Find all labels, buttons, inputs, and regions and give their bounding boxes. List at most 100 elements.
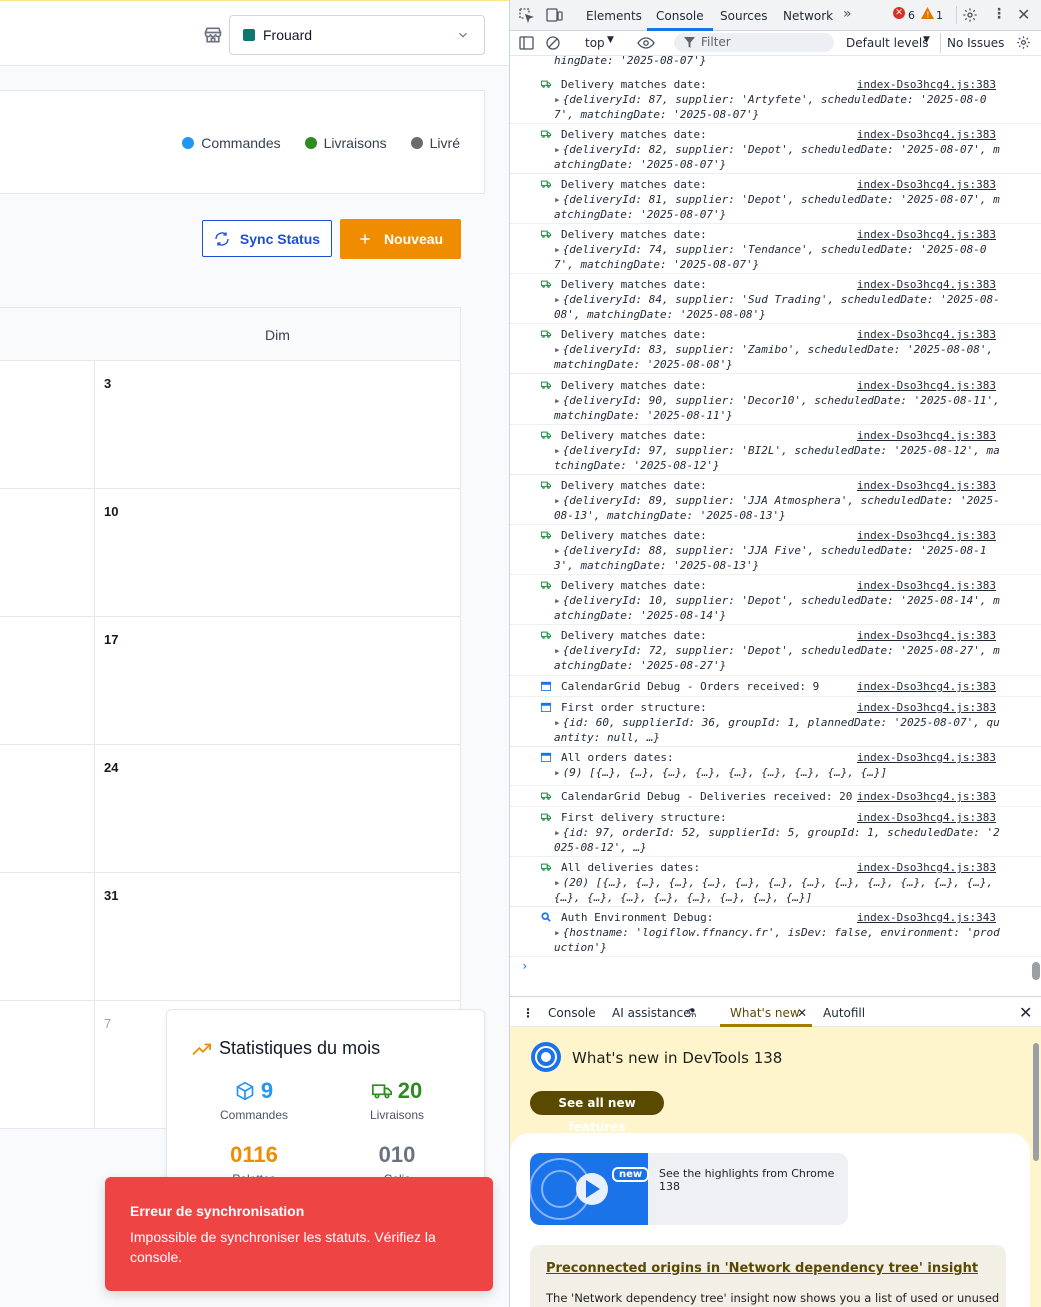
log-object-preview[interactable]: ▸ {deliveryId: 97, supplier: 'BI2L', sche… [554, 444, 1002, 473]
expand-triangle-icon[interactable]: ▸ [554, 826, 561, 839]
expand-triangle-icon[interactable]: ▸ [554, 293, 561, 306]
calendar-week-row[interactable]: 10 [0, 489, 461, 617]
log-object-preview[interactable]: ▸ {deliveryId: 87, supplier: 'Artyfete', … [554, 93, 1002, 122]
console-log-entry[interactable]: Delivery matches date: index-Dso3hcg4.js:… [510, 274, 1041, 324]
console-log-entry[interactable]: First order structure: index-Dso3hcg4.js:… [510, 697, 1041, 747]
console-log-entry[interactable]: Delivery matches date: index-Dso3hcg4.js:… [510, 625, 1041, 676]
video-thumbnail[interactable]: new [530, 1153, 650, 1225]
log-source-link[interactable]: index-Dso3hcg4.js:383 [857, 680, 996, 693]
tab-elements[interactable]: Elements [586, 9, 642, 23]
expand-triangle-icon[interactable]: ▸ [554, 444, 561, 457]
console-log-entry[interactable]: CalendarGrid Debug - Deliveries received… [510, 786, 1041, 807]
warning-count[interactable]: 1 [936, 9, 943, 22]
store-icon[interactable] [203, 25, 223, 45]
drawer-menu-icon[interactable]: ⋮ [522, 1006, 534, 1020]
close-drawer-icon[interactable]: ✕ [1019, 1003, 1032, 1022]
expand-triangle-icon[interactable]: ▸ [554, 193, 561, 206]
console-scrollbar[interactable] [1032, 962, 1040, 980]
highlights-card[interactable]: new See the highlights from Chrome 138 [530, 1153, 848, 1225]
calendar-week-row[interactable]: 3 [0, 361, 461, 489]
log-source-link[interactable]: index-Dso3hcg4.js:383 [857, 811, 996, 824]
log-source-link[interactable]: index-Dso3hcg4.js:383 [857, 861, 996, 874]
expand-triangle-icon[interactable]: ▸ [554, 644, 561, 657]
store-select[interactable]: Frouard [229, 15, 485, 55]
log-source-link[interactable]: index-Dso3hcg4.js:383 [857, 178, 996, 191]
log-object-preview[interactable]: ▸ (20) [{…}, {…}, {…}, {…}, {…}, {…}, {…}… [554, 876, 1002, 905]
log-source-link[interactable]: index-Dso3hcg4.js:343 [857, 911, 996, 924]
expand-triangle-icon[interactable]: ▸ [554, 143, 561, 156]
console-log-entry[interactable]: Delivery matches date: index-Dso3hcg4.js:… [510, 324, 1041, 374]
log-object-preview[interactable]: ▸ {deliveryId: 81, supplier: 'Depot', sch… [554, 193, 1002, 222]
calendar-week-row[interactable]: 17 [0, 617, 461, 745]
console-log-entry[interactable]: Delivery matches date: index-Dso3hcg4.js:… [510, 224, 1041, 274]
kebab-menu-icon[interactable]: ⋮ [992, 6, 1006, 22]
expand-triangle-icon[interactable]: ▸ [554, 716, 561, 729]
log-source-link[interactable]: index-Dso3hcg4.js:383 [857, 629, 996, 642]
expand-triangle-icon[interactable]: ▸ [554, 343, 561, 356]
log-object-preview[interactable]: ▸ {deliveryId: 74, supplier: 'Tendance', … [554, 243, 1002, 272]
console-filter-input[interactable]: Filter [674, 33, 834, 52]
new-button[interactable]: Nouveau [340, 219, 461, 259]
eye-icon[interactable] [637, 36, 655, 50]
console-log-entry[interactable]: Delivery matches date: index-Dso3hcg4.js:… [510, 525, 1041, 575]
log-object-preview[interactable]: ▸ {deliveryId: 89, supplier: 'JJA Atmosph… [554, 494, 1002, 523]
log-levels-dropdown[interactable]: Default levels [846, 36, 928, 50]
close-icon[interactable]: ✕ [1017, 5, 1030, 24]
close-tab-icon[interactable]: ✕ [797, 1006, 807, 1020]
expand-triangle-icon[interactable]: ▸ [554, 93, 561, 106]
log-object-preview[interactable]: ▸ {deliveryId: 88, supplier: 'JJA Five', … [554, 544, 1002, 573]
log-object-preview[interactable]: ▸ {deliveryId: 82, supplier: 'Depot', sch… [554, 143, 1002, 172]
log-source-link[interactable]: index-Dso3hcg4.js:383 [857, 278, 996, 291]
log-object-preview[interactable]: ▸ {deliveryId: 83, supplier: 'Zamibo', sc… [554, 343, 1002, 372]
log-source-link[interactable]: index-Dso3hcg4.js:383 [857, 379, 996, 392]
log-object-preview[interactable]: ▸ {id: 60, supplierId: 36, groupId: 1, pl… [554, 716, 1002, 745]
tab-console[interactable]: Console [656, 9, 704, 23]
calendar-week-row[interactable]: 31 [0, 873, 461, 1001]
console-prompt[interactable]: › [521, 959, 528, 973]
inspect-element-icon[interactable] [518, 7, 534, 23]
more-tabs-icon[interactable]: » [843, 6, 852, 22]
log-object-preview[interactable]: ▸ {hostname: 'logiflow.ffnancy.fr', isDev… [554, 926, 1002, 955]
log-source-link[interactable]: index-Dso3hcg4.js:383 [857, 328, 996, 341]
gear-icon[interactable] [1016, 35, 1031, 50]
expand-triangle-icon[interactable]: ▸ [554, 594, 561, 607]
expand-triangle-icon[interactable]: ▸ [554, 243, 561, 256]
sync-status-button[interactable]: Sync Status [202, 220, 332, 257]
context-selector[interactable]: top [585, 36, 605, 50]
console-log-entry[interactable]: Delivery matches date: index-Dso3hcg4.js:… [510, 375, 1041, 425]
log-source-link[interactable]: index-Dso3hcg4.js:383 [857, 479, 996, 492]
log-source-link[interactable]: index-Dso3hcg4.js:383 [857, 701, 996, 714]
see-all-features-button[interactable]: See all new features [530, 1091, 664, 1134]
log-source-link[interactable]: index-Dso3hcg4.js:383 [857, 78, 996, 91]
log-source-link[interactable]: index-Dso3hcg4.js:383 [857, 751, 996, 764]
error-toast[interactable]: Erreur de synchronisation Impossible de … [105, 1177, 493, 1291]
issues-counter[interactable]: No Issues [947, 36, 1004, 50]
log-object-preview[interactable]: ▸ {deliveryId: 84, supplier: 'Sud Trading… [554, 293, 1002, 322]
console-log-entry[interactable]: Delivery matches date: index-Dso3hcg4.js:… [510, 475, 1041, 525]
expand-triangle-icon[interactable]: ▸ [554, 766, 561, 779]
device-toolbar-icon[interactable] [546, 7, 563, 23]
log-object-preview[interactable]: ▸ {id: 97, orderId: 52, supplierId: 5, gr… [554, 826, 1002, 855]
drawer-tab-ai-assistance[interactable]: AI assistance [612, 1006, 691, 1020]
log-source-link[interactable]: index-Dso3hcg4.js:383 [857, 529, 996, 542]
console-log-entry[interactable]: Auth Environment Debug: index-Dso3hcg4.js… [510, 907, 1041, 957]
log-source-link[interactable]: index-Dso3hcg4.js:383 [857, 228, 996, 241]
tab-network[interactable]: Network [783, 9, 833, 23]
log-source-link[interactable]: index-Dso3hcg4.js:383 [857, 790, 996, 803]
console-log-entry[interactable]: CalendarGrid Debug - Orders received: 9 i… [510, 676, 1041, 697]
console-log-entry[interactable]: All orders dates: index-Dso3hcg4.js:383 ▸(… [510, 747, 1041, 786]
error-count[interactable]: 6 [908, 9, 915, 22]
log-object-preview[interactable]: ▸ (9) [{…}, {…}, {…}, {…}, {…}, {…}, {…},… [554, 766, 1002, 781]
expand-triangle-icon[interactable]: ▸ [554, 926, 561, 939]
log-object-preview[interactable]: ▸ {deliveryId: 90, supplier: 'Decor10', s… [554, 394, 1002, 423]
clear-console-icon[interactable] [546, 36, 560, 50]
tab-sources[interactable]: Sources [720, 9, 767, 23]
expand-triangle-icon[interactable]: ▸ [554, 544, 561, 557]
article-link[interactable]: Preconnected origins in 'Network depende… [546, 1261, 978, 1276]
sidebar-toggle-icon[interactable] [519, 36, 534, 50]
drawer-tab-autofill[interactable]: Autofill [823, 1006, 865, 1020]
console-log-entry[interactable]: All deliveries dates: index-Dso3hcg4.js:3… [510, 857, 1041, 907]
expand-triangle-icon[interactable]: ▸ [554, 494, 561, 507]
expand-triangle-icon[interactable]: ▸ [554, 394, 561, 407]
console-log-entry[interactable]: Delivery matches date: index-Dso3hcg4.js:… [510, 124, 1041, 174]
